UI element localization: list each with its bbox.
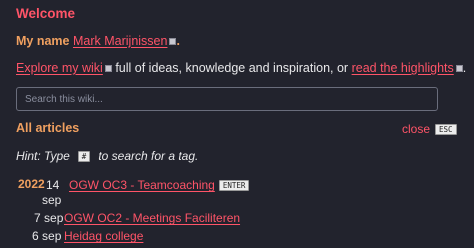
article-3-month: sep: [42, 229, 62, 243]
article-3-date: 6 sep: [32, 229, 61, 243]
welcome-heading: Welcome: [16, 6, 76, 21]
hint-prefix: Hint: Type: [16, 149, 70, 163]
tag-search-hint: Hint: Type # to search for a tag.: [16, 149, 198, 163]
article-2-link[interactable]: OGW OC2 - Meetings Faciliteren: [64, 211, 240, 225]
external-link-icon: [455, 65, 463, 73]
author-link[interactable]: Mark Marijnissen: [73, 34, 167, 48]
search-box[interactable]: [16, 87, 438, 111]
article-2-month: sep: [44, 211, 64, 225]
explore-period: .: [462, 61, 467, 75]
article-list-item: OGW OC3 - Teamcoaching ENTER: [69, 178, 250, 192]
explore-text: full of ideas, knowledge and inspiration…: [115, 61, 349, 75]
article-1-link[interactable]: OGW OC3 - Teamcoaching: [69, 178, 215, 192]
article-list-item: Heidag college: [64, 229, 143, 243]
explore-wiki-link[interactable]: Explore my wiki: [16, 61, 103, 75]
intro-period: .: [176, 34, 180, 48]
year-label: 2022: [18, 177, 45, 191]
all-articles-heading: All articles: [16, 121, 80, 135]
article-3-day: 6: [32, 229, 39, 243]
read-highlights-link[interactable]: read the highlights: [352, 61, 454, 75]
intro-line: My name Mark Marijnissen.: [16, 34, 180, 48]
article-1-month: sep: [42, 193, 62, 207]
enter-key-hint: ENTER: [218, 180, 250, 192]
article-2-day: 7: [34, 211, 41, 225]
esc-key-hint: ESC: [435, 124, 457, 135]
article-list-item: OGW OC2 - Meetings Faciliteren: [64, 211, 240, 225]
article-3-link[interactable]: Heidag college: [64, 229, 143, 243]
search-input[interactable]: [25, 93, 429, 105]
article-1-day: 14: [46, 178, 60, 192]
explore-line: Explore my wiki full of ideas, knowledge…: [16, 61, 466, 75]
hash-key-hint: #: [77, 151, 91, 163]
close-button[interactable]: close: [402, 122, 430, 136]
external-link-icon: [104, 65, 112, 73]
article-2-date: 7 sep: [34, 211, 63, 225]
hint-suffix: to search for a tag.: [98, 149, 199, 163]
my-name-label: My name: [16, 34, 70, 48]
